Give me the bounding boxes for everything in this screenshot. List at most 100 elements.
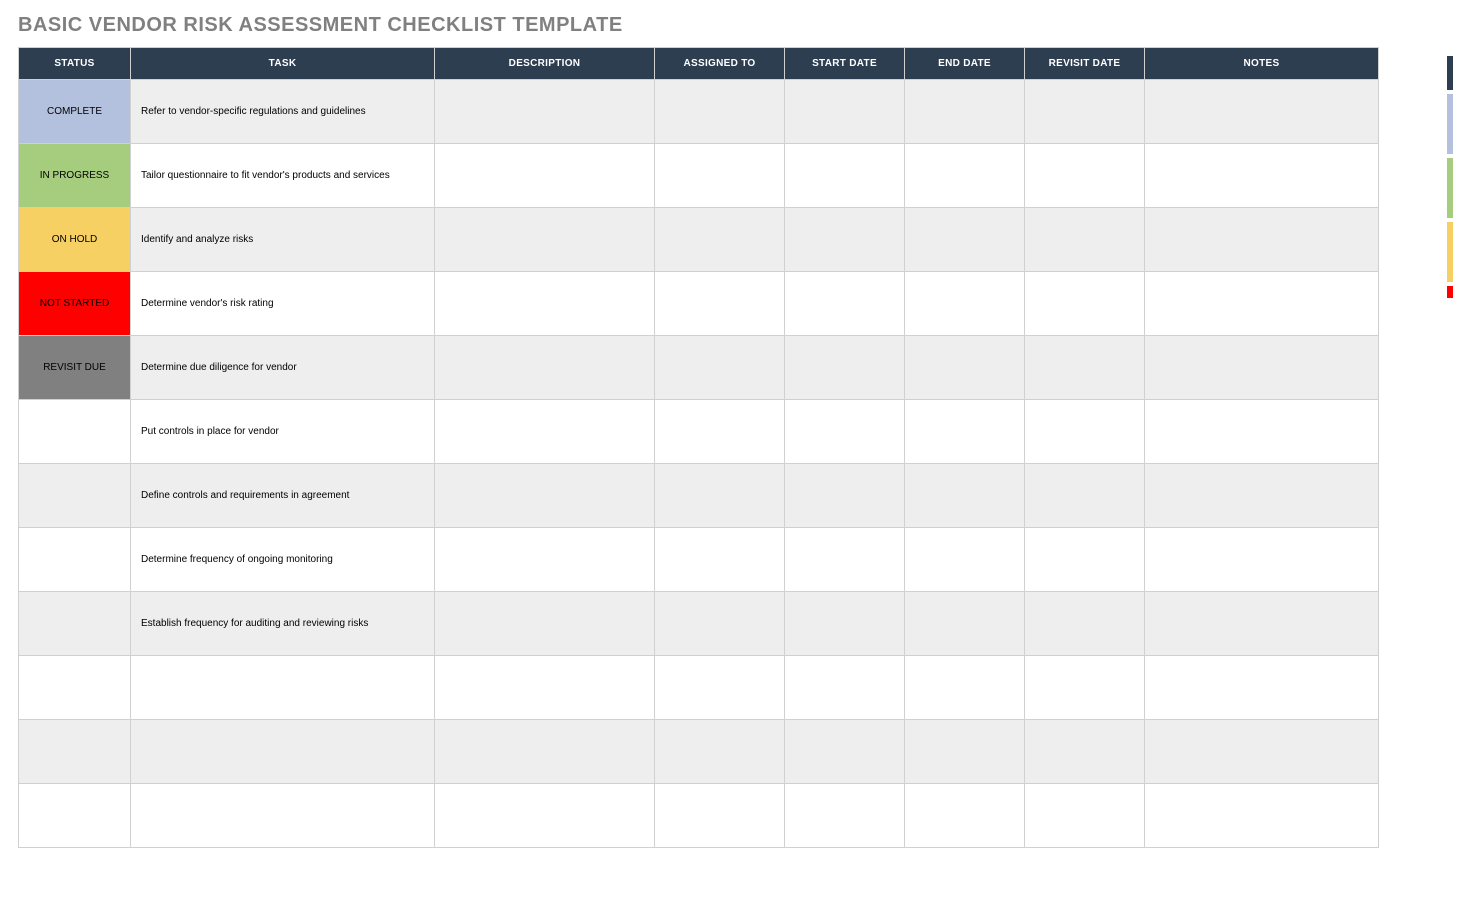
- start-date-cell[interactable]: [785, 720, 905, 784]
- description-cell[interactable]: [435, 144, 655, 208]
- assigned-cell[interactable]: [655, 144, 785, 208]
- description-cell[interactable]: [435, 592, 655, 656]
- end-date-cell[interactable]: [905, 208, 1025, 272]
- status-cell[interactable]: [19, 720, 131, 784]
- revisit-date-cell[interactable]: [1025, 592, 1145, 656]
- description-cell[interactable]: [435, 272, 655, 336]
- revisit-date-cell[interactable]: [1025, 336, 1145, 400]
- revisit-date-cell[interactable]: [1025, 656, 1145, 720]
- revisit-date-cell[interactable]: [1025, 208, 1145, 272]
- notes-cell[interactable]: [1145, 528, 1379, 592]
- notes-cell[interactable]: [1145, 336, 1379, 400]
- assigned-cell[interactable]: [655, 336, 785, 400]
- start-date-cell[interactable]: [785, 464, 905, 528]
- start-date-cell[interactable]: [785, 528, 905, 592]
- status-cell[interactable]: [19, 528, 131, 592]
- notes-cell[interactable]: [1145, 272, 1379, 336]
- assigned-cell[interactable]: [655, 80, 785, 144]
- end-date-cell[interactable]: [905, 656, 1025, 720]
- end-date-cell[interactable]: [905, 720, 1025, 784]
- notes-cell[interactable]: [1145, 784, 1379, 848]
- end-date-cell[interactable]: [905, 784, 1025, 848]
- status-cell[interactable]: [19, 784, 131, 848]
- status-cell[interactable]: COMPLETE: [19, 80, 131, 144]
- end-date-cell[interactable]: [905, 528, 1025, 592]
- task-cell[interactable]: Identify and analyze risks: [131, 208, 435, 272]
- description-cell[interactable]: [435, 656, 655, 720]
- description-cell[interactable]: [435, 336, 655, 400]
- start-date-cell[interactable]: [785, 592, 905, 656]
- assigned-cell[interactable]: [655, 720, 785, 784]
- notes-cell[interactable]: [1145, 720, 1379, 784]
- task-cell[interactable]: Determine due diligence for vendor: [131, 336, 435, 400]
- notes-cell[interactable]: [1145, 656, 1379, 720]
- description-cell[interactable]: [435, 528, 655, 592]
- notes-cell[interactable]: [1145, 144, 1379, 208]
- description-cell[interactable]: [435, 80, 655, 144]
- start-date-cell[interactable]: [785, 80, 905, 144]
- status-cell[interactable]: [19, 592, 131, 656]
- assigned-cell[interactable]: [655, 400, 785, 464]
- revisit-date-cell[interactable]: [1025, 784, 1145, 848]
- status-cell[interactable]: ON HOLD: [19, 208, 131, 272]
- edge-tab-notstart: [1447, 286, 1453, 298]
- task-cell[interactable]: Determine vendor's risk rating: [131, 272, 435, 336]
- revisit-date-cell[interactable]: [1025, 400, 1145, 464]
- table-row: IN PROGRESSTailor questionnaire to fit v…: [19, 144, 1379, 208]
- end-date-cell[interactable]: [905, 144, 1025, 208]
- notes-cell[interactable]: [1145, 592, 1379, 656]
- revisit-date-cell[interactable]: [1025, 720, 1145, 784]
- description-cell[interactable]: [435, 720, 655, 784]
- status-cell[interactable]: REVISIT DUE: [19, 336, 131, 400]
- description-cell[interactable]: [435, 208, 655, 272]
- end-date-cell[interactable]: [905, 80, 1025, 144]
- status-cell[interactable]: [19, 400, 131, 464]
- assigned-cell[interactable]: [655, 656, 785, 720]
- task-cell[interactable]: Define controls and requirements in agre…: [131, 464, 435, 528]
- assigned-cell[interactable]: [655, 208, 785, 272]
- task-cell[interactable]: Refer to vendor-specific regulations and…: [131, 80, 435, 144]
- end-date-cell[interactable]: [905, 592, 1025, 656]
- start-date-cell[interactable]: [785, 144, 905, 208]
- edge-tab-header: [1447, 56, 1453, 90]
- assigned-cell[interactable]: [655, 464, 785, 528]
- notes-cell[interactable]: [1145, 208, 1379, 272]
- notes-cell[interactable]: [1145, 464, 1379, 528]
- task-cell[interactable]: Establish frequency for auditing and rev…: [131, 592, 435, 656]
- start-date-cell[interactable]: [785, 784, 905, 848]
- start-date-cell[interactable]: [785, 208, 905, 272]
- assigned-cell[interactable]: [655, 272, 785, 336]
- revisit-date-cell[interactable]: [1025, 144, 1145, 208]
- task-cell[interactable]: [131, 656, 435, 720]
- task-cell[interactable]: [131, 784, 435, 848]
- revisit-date-cell[interactable]: [1025, 80, 1145, 144]
- revisit-date-cell[interactable]: [1025, 528, 1145, 592]
- status-cell[interactable]: [19, 656, 131, 720]
- start-date-cell[interactable]: [785, 336, 905, 400]
- assigned-cell[interactable]: [655, 784, 785, 848]
- revisit-date-cell[interactable]: [1025, 464, 1145, 528]
- end-date-cell[interactable]: [905, 400, 1025, 464]
- table-row: Put controls in place for vendor: [19, 400, 1379, 464]
- assigned-cell[interactable]: [655, 528, 785, 592]
- end-date-cell[interactable]: [905, 272, 1025, 336]
- start-date-cell[interactable]: [785, 272, 905, 336]
- status-cell[interactable]: [19, 464, 131, 528]
- status-cell[interactable]: IN PROGRESS: [19, 144, 131, 208]
- description-cell[interactable]: [435, 400, 655, 464]
- task-cell[interactable]: Tailor questionnaire to fit vendor's pro…: [131, 144, 435, 208]
- end-date-cell[interactable]: [905, 464, 1025, 528]
- status-cell[interactable]: NOT STARTED: [19, 272, 131, 336]
- description-cell[interactable]: [435, 464, 655, 528]
- task-cell[interactable]: Put controls in place for vendor: [131, 400, 435, 464]
- assigned-cell[interactable]: [655, 592, 785, 656]
- task-cell[interactable]: [131, 720, 435, 784]
- notes-cell[interactable]: [1145, 80, 1379, 144]
- description-cell[interactable]: [435, 784, 655, 848]
- start-date-cell[interactable]: [785, 400, 905, 464]
- task-cell[interactable]: Determine frequency of ongoing monitorin…: [131, 528, 435, 592]
- notes-cell[interactable]: [1145, 400, 1379, 464]
- revisit-date-cell[interactable]: [1025, 272, 1145, 336]
- end-date-cell[interactable]: [905, 336, 1025, 400]
- start-date-cell[interactable]: [785, 656, 905, 720]
